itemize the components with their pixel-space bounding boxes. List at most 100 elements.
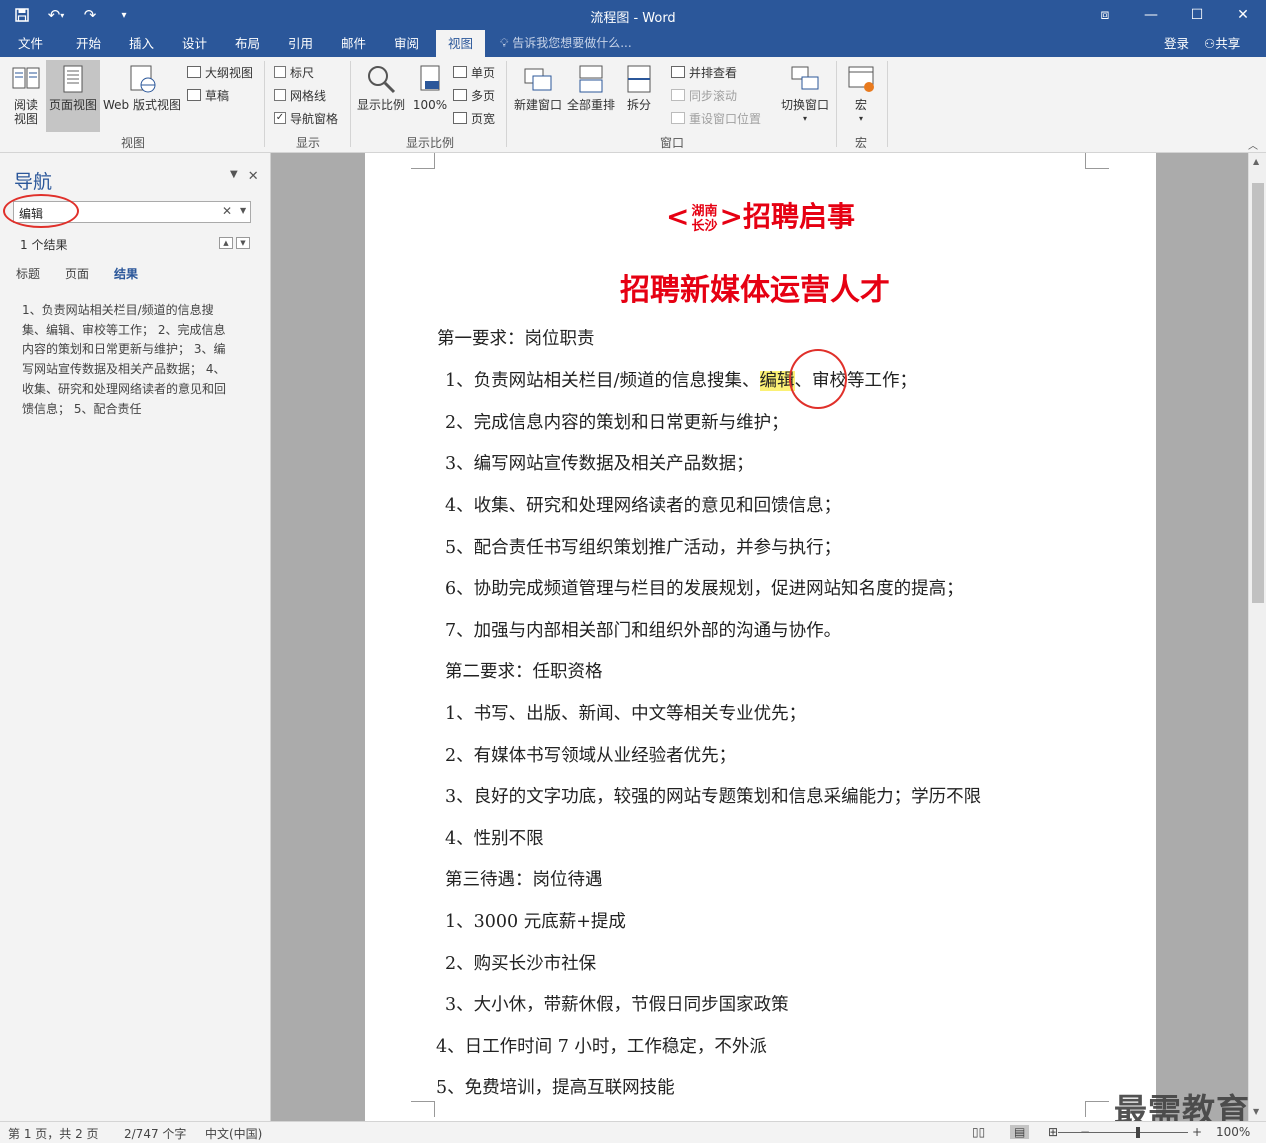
draft-view-button[interactable]: 草稿	[187, 85, 229, 105]
nav-tab-headings[interactable]: 标题	[16, 265, 40, 282]
outline-view-button[interactable]: 大纲视图	[187, 62, 253, 82]
search-result-snippet[interactable]: 1、负责网站相关栏目/频道的信息搜集、编辑、审校等工作； 2、完成信息内容的策划…	[22, 301, 234, 419]
doc-heading-1: 第一要求：岗位职责	[437, 329, 595, 349]
zoom-in-icon[interactable]: +	[1192, 1125, 1202, 1139]
tab-layout[interactable]: 布局	[225, 30, 270, 57]
zoom-level[interactable]: 100%	[1216, 1125, 1250, 1139]
margin-corner	[411, 153, 435, 169]
ribbon-separator	[836, 61, 837, 147]
zoom-slider-thumb[interactable]	[1136, 1127, 1140, 1138]
tab-mailings[interactable]: 邮件	[331, 30, 376, 57]
next-result-icon[interactable]: ▼	[236, 237, 250, 249]
print-layout-label: 页面视图	[48, 98, 97, 112]
highlight-circle	[3, 194, 79, 228]
maximize-button[interactable]: ☐	[1174, 0, 1220, 30]
navpane-checkbox[interactable]: ✓ 导航窗格	[274, 108, 338, 128]
arrange-all-button[interactable]: 全部重排	[565, 63, 617, 112]
undo-icon[interactable]: ↶ ▾	[42, 3, 70, 27]
view-side-by-side-button[interactable]: 并排查看	[671, 62, 737, 82]
ruler-checkbox[interactable]: 标尺	[274, 62, 314, 82]
ribbon-display-icon[interactable]: ⧈	[1082, 0, 1128, 30]
one-page-button[interactable]: 单页	[453, 62, 495, 82]
previous-result-icon[interactable]: ▲	[219, 237, 233, 249]
doc-title: < 湖南 长沙 >招聘启事	[365, 195, 1156, 235]
minimize-button[interactable]: —	[1128, 0, 1174, 30]
macros-button[interactable]: 宏 ▾	[842, 63, 880, 126]
scroll-up-icon[interactable]: ▲	[1253, 157, 1259, 166]
one-page-label: 单页	[471, 65, 496, 80]
nav-close-icon[interactable]: ✕	[248, 169, 259, 184]
language[interactable]: 中文(中国)	[205, 1125, 262, 1142]
page-width-button[interactable]: 页宽	[453, 108, 495, 128]
scroll-down-icon[interactable]: ▼	[1253, 1107, 1259, 1116]
read-mode-button[interactable]: 阅读 视图	[6, 63, 46, 126]
doc-line: 3、编写网站宣传数据及相关产品数据；	[445, 454, 754, 474]
switch-windows-button[interactable]: 切换窗口 ▾	[778, 63, 832, 126]
title-stack: 湖南 长沙	[691, 204, 717, 234]
gridlines-checkbox[interactable]: 网格线	[274, 85, 326, 105]
nav-options-icon[interactable]: ▼	[230, 169, 238, 184]
tell-me-box[interactable]: 💡︎ 告诉我您想要做什么...	[500, 30, 632, 57]
new-window-button[interactable]: 新建窗口	[512, 63, 564, 112]
title-lt: <	[666, 200, 690, 233]
tab-home[interactable]: 开始	[66, 30, 111, 57]
nav-tab-results[interactable]: 结果	[114, 265, 138, 282]
zoom-slider[interactable]	[1058, 1132, 1188, 1133]
doc-line: 7、加强与内部相关部门和组织外部的沟通与协作。	[445, 621, 842, 641]
draft-icon	[187, 89, 201, 101]
tab-review[interactable]: 审阅	[384, 30, 429, 57]
close-button[interactable]: ✕	[1220, 0, 1266, 30]
customize-icon[interactable]: ▾	[110, 3, 138, 27]
redo-icon[interactable]: ↷	[76, 3, 104, 27]
word-count[interactable]: 2/747 个字	[124, 1125, 186, 1142]
doc-line: 4、性别不限	[445, 829, 544, 849]
doc-line-text: 1、负责网站相关栏目/频道的信息搜集、	[445, 371, 760, 391]
nav-title: 导航	[14, 171, 53, 193]
web-layout-button[interactable]: Web 版式视图	[101, 63, 183, 112]
tab-insert[interactable]: 插入	[119, 30, 164, 57]
new-window-label: 新建窗口	[513, 98, 562, 112]
page-count[interactable]: 第 1 页，共 2 页	[8, 1125, 99, 1142]
vertical-scrollbar[interactable]: ▲ ▼	[1248, 153, 1266, 1121]
zoom-100-button[interactable]: 100%	[410, 63, 450, 112]
result-count: 1 个结果	[20, 238, 68, 252]
doc-heading-2: 第二要求：任职资格	[445, 662, 603, 682]
zoom-button[interactable]: 显示比例	[355, 63, 407, 112]
ruler-check	[274, 66, 286, 78]
arrange-all-label: 全部重排	[566, 98, 615, 112]
tab-view[interactable]: 视图	[436, 30, 485, 57]
title-bar: ↶ ▾ ↷ ▾ 流程图 - Word ⧈ — ☐ ✕	[0, 0, 1266, 30]
web-layout-icon[interactable]: ⊞	[1048, 1125, 1058, 1139]
doc-subtitle: 招聘新媒体运营人才	[620, 273, 890, 308]
macro-icon	[848, 66, 874, 92]
login-link[interactable]: 登录	[1164, 30, 1189, 57]
split-button[interactable]: 拆分	[619, 63, 659, 112]
outline-icon	[187, 66, 201, 78]
reset-window-button[interactable]: 重设窗口位置	[671, 108, 761, 128]
switch-windows-icon	[791, 66, 819, 90]
doc-line: 5、免费培训，提高互联网技能	[436, 1078, 675, 1098]
draft-label: 草稿	[205, 88, 230, 103]
margin-corner	[1085, 153, 1109, 169]
sync-scroll-button[interactable]: 同步滚动	[671, 85, 737, 105]
page-100-icon	[420, 65, 440, 91]
collapse-ribbon-icon[interactable]: ︿	[1248, 137, 1258, 152]
scroll-thumb[interactable]	[1252, 183, 1264, 603]
tab-file[interactable]: 文件	[8, 30, 53, 57]
nav-tab-pages[interactable]: 页面	[65, 265, 89, 282]
search-dropdown-icon[interactable]: ▼	[240, 206, 246, 215]
margin-corner	[1085, 1101, 1109, 1117]
tab-references[interactable]: 引用	[278, 30, 323, 57]
zoom-label: 显示比例	[356, 98, 405, 112]
save-icon[interactable]	[8, 3, 36, 27]
clear-search-icon[interactable]: ✕	[222, 204, 232, 218]
print-layout-icon[interactable]: ▤	[1010, 1125, 1030, 1139]
share-button[interactable]: ⚇共享	[1204, 30, 1240, 57]
reset-window-label: 重设窗口位置	[689, 111, 762, 126]
tab-design[interactable]: 设计	[172, 30, 217, 57]
read-mode-icon[interactable]: ▯▯	[972, 1125, 985, 1139]
multiple-pages-button[interactable]: 多页	[453, 85, 495, 105]
print-layout-button[interactable]: 页面视图	[46, 60, 100, 132]
book-icon	[12, 67, 40, 89]
title-stack-top: 湖南	[691, 203, 718, 219]
